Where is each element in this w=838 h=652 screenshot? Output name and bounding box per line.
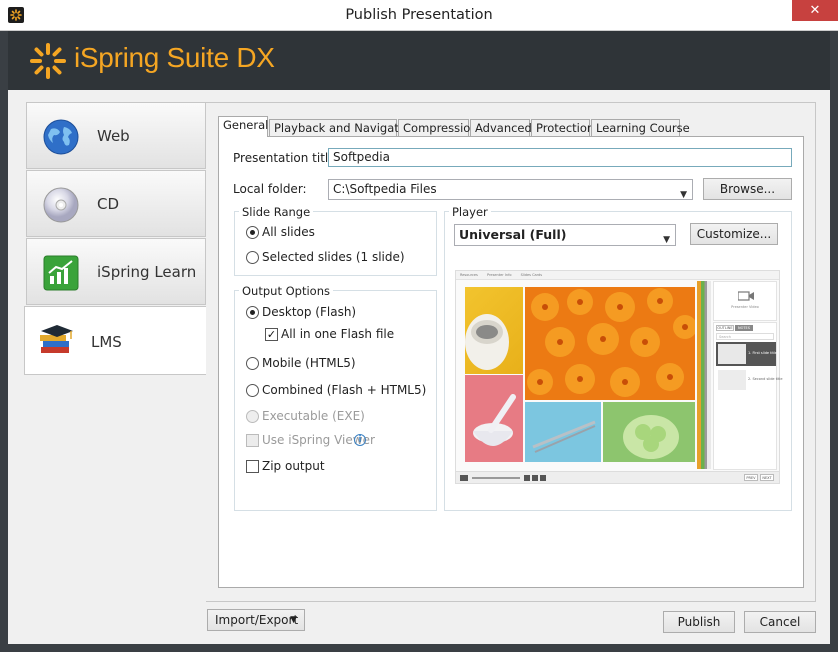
outline-tab: OUTLINE [716,325,734,331]
player-preview: Resources Presenter Info Slides Cards Pr… [455,270,783,484]
green-bowl-photo [603,402,695,462]
ispring-viewer-checkbox [246,434,259,447]
video-camera-icon [737,290,754,301]
thumb-label: 1. First slide title [748,351,778,355]
all-in-one-flash-checkbox[interactable]: ✓ [265,328,278,341]
combined-label[interactable]: Combined (Flash + HTML5) [262,383,426,397]
executable-label: Executable (EXE) [262,409,365,423]
zip-output-label[interactable]: Zip output [262,459,325,473]
settings-icon [540,475,546,481]
zip-output-checkbox[interactable] [246,460,259,473]
mobile-html5-label[interactable]: Mobile (HTML5) [262,356,356,370]
player-title: Player [449,205,491,219]
sidebar-item-label: Web [97,127,130,145]
selected-slides-label[interactable]: Selected slides (1 slide) [262,250,405,264]
output-options-title: Output Options [239,284,333,298]
publish-target-sidebar: Web CD iSpring Learn LMS [24,102,206,375]
thumb-row-active: 1. First slide title [716,342,778,366]
presentation-title-input[interactable]: Softpedia [328,148,792,167]
sidebar-item-web[interactable]: Web [26,102,206,169]
sidebar-item-label: iSpring Learn [97,263,197,281]
local-folder-value: C:\Softpedia Files [333,182,437,196]
outline-panel: OUTLINE NOTES Search 1. First slide titl… [713,322,783,470]
chevron-down-icon: ▼ [663,235,670,245]
all-slides-label[interactable]: All slides [262,225,315,239]
local-folder-label: Local folder: [233,182,307,196]
window-title: Publish Presentation [345,7,493,23]
fullscreen-icon [532,475,538,481]
slide-range-title: Slide Range [239,205,314,219]
orange-flowers-photo [525,287,697,400]
sidebar-item-label: CD [97,195,120,213]
preview-top-tabs: Resources Presenter Info Slides Cards [456,271,779,280]
scale-photo [465,287,523,374]
thumb-row: 2. Second slide title [716,368,783,392]
presentation-title-label: Presentation title: [233,151,340,165]
preview-control-bar: PREV NEXT [456,471,779,483]
ispring-logo-icon [28,41,68,81]
tweezers-photo [525,402,601,462]
combined-radio[interactable] [246,384,259,397]
preview-tab: Presenter Info [487,273,512,277]
slide-range-group [234,211,437,276]
seek-bar [472,477,520,479]
brand-banner: iSpring Suite DX [8,31,830,90]
browse-button[interactable]: Browse... [703,178,792,200]
sidebar-item-lms[interactable]: LMS [24,306,206,375]
sidebar-item-ispring-learn[interactable]: iSpring Learn [26,238,206,305]
sidebar-item-label: LMS [91,333,122,351]
info-icon[interactable]: i [354,434,366,446]
desktop-flash-radio[interactable] [246,306,259,319]
cancel-button[interactable]: Cancel [744,611,816,633]
chevron-down-icon: ▼ [680,190,687,200]
tab-general[interactable]: General [218,116,268,137]
local-folder-combo[interactable]: C:\Softpedia Files ▼ [328,179,693,200]
preview-tab: Resources [460,273,478,277]
slide-edge-strip [697,281,711,469]
preview-prev-button: PREV [744,474,758,481]
cd-icon [43,187,79,223]
all-slides-radio[interactable] [246,226,259,239]
preview-search: Search [716,333,774,340]
dropdown-arrow-icon: ▼ [290,615,297,625]
desktop-flash-label[interactable]: Desktop (Flash) [262,305,356,319]
preview-next-button: NEXT [760,474,774,481]
mobile-html5-radio[interactable] [246,357,259,370]
player-select[interactable]: Universal (Full) ▼ [454,224,676,246]
chart-icon [43,255,79,291]
customize-button[interactable]: Customize... [690,223,778,245]
output-options-group [234,290,437,511]
brand-name: iSpring Suite DX [74,42,275,73]
play-icon [460,475,468,481]
sidebar-item-cd[interactable]: CD [26,170,206,237]
import-export-label: Import/Export [215,613,299,627]
executable-radio [246,410,259,423]
publish-button[interactable]: Publish [663,611,735,633]
graduation-books-icon [37,323,73,359]
import-export-button[interactable]: Import/Export ▼ [207,609,305,631]
globe-icon [43,119,79,155]
thumbnail [718,344,746,364]
thumb-label: 2. Second slide title [748,377,783,381]
selected-slides-radio[interactable] [246,251,259,264]
close-button[interactable]: ✕ [792,0,838,21]
presenter-video-label: Presenter Video [731,305,759,309]
notes-tab: NOTES [735,325,753,331]
preview-tab: Slides Cards [520,273,543,277]
title-bar: Publish Presentation ✕ [0,0,838,31]
all-in-one-flash-label[interactable]: All in one Flash file [281,327,394,341]
player-selected-value: Universal (Full) [459,227,567,242]
mortar-pestle-photo [465,375,523,462]
thumbnail [718,370,746,390]
presenter-video-box: Presenter Video [713,281,777,321]
volume-icon [524,475,530,481]
